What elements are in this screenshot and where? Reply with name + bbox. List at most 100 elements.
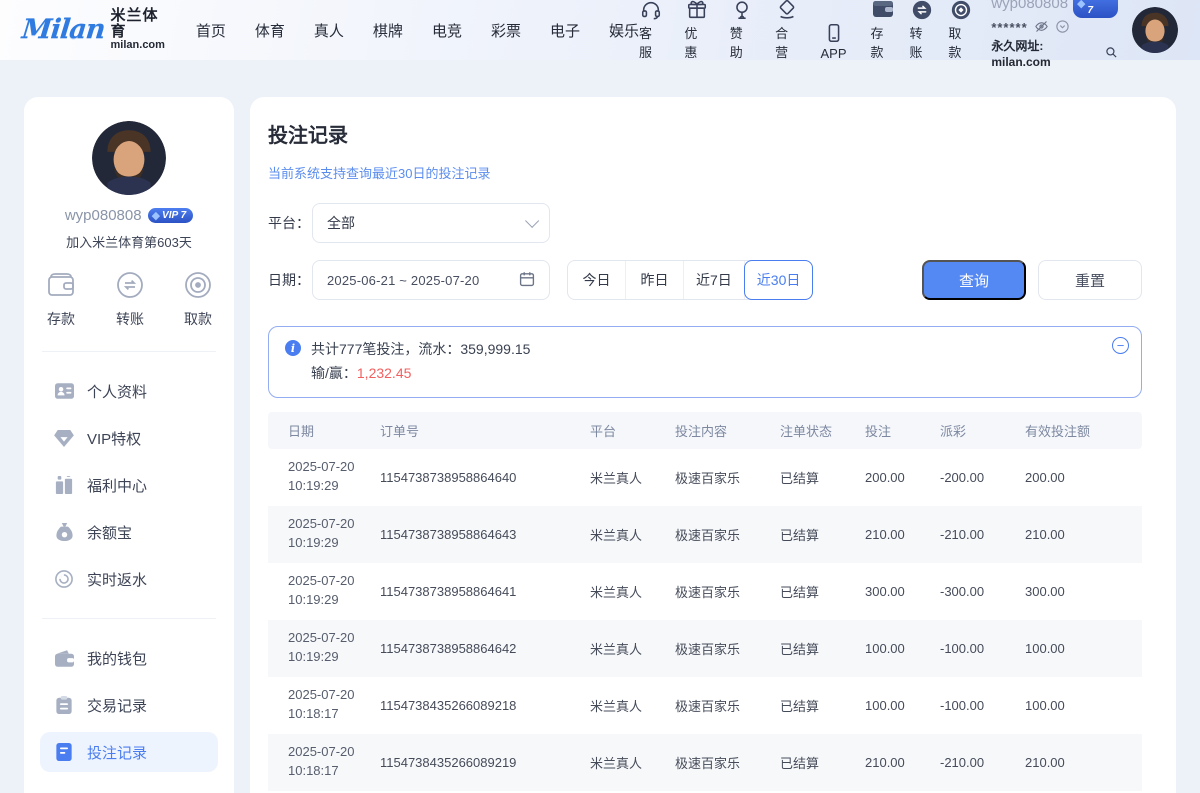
col-header-valid: 有效投注额 xyxy=(1023,421,1142,440)
sidebar-item-betting-records[interactable]: 投注记录 xyxy=(40,732,218,772)
collapse-summary-icon[interactable]: − xyxy=(1112,337,1129,354)
table-row[interactable]: 2025-07-2010:19:29 1154738738958864641 米… xyxy=(268,563,1142,620)
promotions-button[interactable]: 优惠 xyxy=(684,0,708,61)
cell-date: 2025-07-2010:19:29 xyxy=(268,515,378,553)
cell-content: 极速百家乐 xyxy=(673,753,778,772)
sponsor-icon xyxy=(731,0,753,21)
reset-button[interactable]: 重置 xyxy=(1038,260,1142,300)
query-button[interactable]: 查询 xyxy=(922,260,1026,300)
cell-order: 1154738435266089218 xyxy=(378,698,588,713)
sidebar-withdraw-button[interactable]: 取款 xyxy=(184,271,212,329)
table-row[interactable]: 2025-07-2010:19:29 1154738738958864642 米… xyxy=(268,620,1142,677)
refresh-balance-icon[interactable] xyxy=(1055,19,1070,38)
cell-bet: 300.00 xyxy=(863,584,938,599)
platform-filter-row: 平台： 全部 xyxy=(268,203,1142,243)
filter-actions: 查询 重置 xyxy=(922,260,1142,300)
moneybag-icon xyxy=(54,523,74,541)
platform-selected-value: 全部 xyxy=(327,213,525,233)
date-range-input[interactable]: 2025-06-21 ~ 2025-07-20 xyxy=(312,260,550,300)
sidebar-menu-group1: 个人资料 VIP特权 福利中心 余额宝 xyxy=(40,356,218,614)
topbar: Milan 米兰体育 milan.com 首页 体育 真人 棋牌 电竞 彩票 电… xyxy=(0,0,1200,60)
cell-date: 2025-07-2010:18:17 xyxy=(268,686,378,724)
table-row[interactable]: 2025-07-2010:19:29 1154738738958864640 米… xyxy=(268,449,1142,506)
cell-valid: 100.00 xyxy=(1023,641,1142,656)
cell-bet: 200.00 xyxy=(863,470,938,485)
transfer-button[interactable]: 转账 xyxy=(909,0,934,61)
sidebar: wyp080808 ◆VIP 7 加入米兰体育第603天 存款 转账 xyxy=(24,97,234,793)
cell-valid: 210.00 xyxy=(1023,755,1142,770)
nav-item-live[interactable]: 真人 xyxy=(314,20,344,41)
quick-date-yesterday[interactable]: 昨日 xyxy=(626,261,684,299)
sidebar-avatar[interactable] xyxy=(92,121,166,195)
table-row[interactable]: 2025-07-2010:18:17 1154738435266089219 米… xyxy=(268,734,1142,791)
sidebar-item-vip[interactable]: VIP特权 xyxy=(40,418,218,458)
cell-order: 1154738738958864642 xyxy=(378,641,588,656)
nav-item-lottery[interactable]: 彩票 xyxy=(491,20,521,41)
nav-item-esports[interactable]: 电竞 xyxy=(432,20,462,41)
cell-date: 2025-07-2010:19:29 xyxy=(268,629,378,667)
logo-cn-text: 米兰体育 xyxy=(111,8,170,40)
cell-bet: 100.00 xyxy=(863,698,938,713)
cell-payout: -210.00 xyxy=(938,527,1023,542)
nav-item-home[interactable]: 首页 xyxy=(196,20,226,41)
sidebar-joined-days: 加入米兰体育第603天 xyxy=(40,232,218,251)
transfer-icon xyxy=(911,0,933,21)
sidebar-transfer-button[interactable]: 转账 xyxy=(116,271,144,329)
logo-script-text: Milan xyxy=(20,14,106,45)
vip-badge: ◆VIP 7 xyxy=(1073,0,1118,18)
vip-gem-icon: ◆ xyxy=(1077,0,1085,11)
sidebar-item-rebate[interactable]: 实时返水 xyxy=(40,559,218,599)
platform-select[interactable]: 全部 xyxy=(312,203,550,243)
withdraw-button[interactable]: 取款 xyxy=(948,0,973,61)
table-row[interactable]: 2025-07-2010:18:17 1154738435266089218 米… xyxy=(268,677,1142,734)
summary-line2: 输/赢：1,232.45 xyxy=(311,362,530,386)
transactions-icon xyxy=(54,696,74,714)
sponsor-button[interactable]: 赞助 xyxy=(730,0,754,61)
cell-status: 已结算 xyxy=(778,753,863,772)
site-logo[interactable]: Milan 米兰体育 milan.com xyxy=(22,8,170,51)
sidebar-item-benefits[interactable]: 福利中心 xyxy=(40,465,218,505)
cell-payout: -210.00 xyxy=(938,755,1023,770)
topbar-avatar[interactable] xyxy=(1132,7,1178,53)
withdraw-icon xyxy=(184,271,212,302)
nav-item-sports[interactable]: 体育 xyxy=(255,20,285,41)
partnership-button[interactable]: 合营 xyxy=(775,0,799,61)
sidebar-item-profile[interactable]: 个人资料 xyxy=(40,371,218,411)
chevron-down-icon xyxy=(525,214,539,228)
sidebar-username: wyp080808 xyxy=(65,207,142,224)
app-download-button[interactable]: APP xyxy=(821,22,847,61)
sidebar-quick-actions: 存款 转账 取款 xyxy=(40,251,218,347)
profile-icon xyxy=(54,383,74,399)
deposit-icon xyxy=(46,271,76,302)
cell-platform: 米兰真人 xyxy=(588,639,673,658)
quick-date-last30[interactable]: 近30日 xyxy=(744,260,814,300)
nav-item-slots[interactable]: 电子 xyxy=(550,20,580,41)
cell-bet: 100.00 xyxy=(863,641,938,656)
cell-status: 已结算 xyxy=(778,582,863,601)
sidebar-item-yuebao[interactable]: 余额宝 xyxy=(40,512,218,552)
col-header-platform: 平台 xyxy=(588,421,673,440)
nav-item-cards[interactable]: 棋牌 xyxy=(373,20,403,41)
page-body: wyp080808 ◆VIP 7 加入米兰体育第603天 存款 转账 xyxy=(0,60,1200,793)
quick-date-last7[interactable]: 近7日 xyxy=(684,261,745,299)
main-panel: 投注记录 当前系统支持查询最近30日的投注记录 平台： 全部 日期： 2025-… xyxy=(250,97,1176,793)
cell-content: 极速百家乐 xyxy=(673,639,778,658)
magnifier-icon[interactable] xyxy=(1105,46,1118,64)
cell-payout: -100.00 xyxy=(938,641,1023,656)
col-header-payout: 派彩 xyxy=(938,421,1023,440)
cell-date: 2025-07-2010:18:17 xyxy=(268,743,378,781)
deposit-button[interactable]: 存款 xyxy=(871,0,896,61)
eye-off-icon[interactable] xyxy=(1034,19,1049,38)
sidebar-deposit-button[interactable]: 存款 xyxy=(46,271,76,329)
customer-service-button[interactable]: 客服 xyxy=(639,0,663,61)
partnership-icon xyxy=(776,0,798,21)
loss-win-label: 输/赢： xyxy=(311,365,357,381)
quick-date-today[interactable]: 今日 xyxy=(568,261,626,299)
topbar-quick-icons: 客服 优惠 赞助 合营 APP xyxy=(639,0,847,61)
sidebar-item-my-wallet[interactable]: 我的钱包 xyxy=(40,638,218,678)
nav-item-entertainment[interactable]: 娱乐 xyxy=(609,20,639,41)
table-row[interactable]: 2025-07-2010:19:29 1154738738958864643 米… xyxy=(268,506,1142,563)
date-range-value: 2025-06-21 ~ 2025-07-20 xyxy=(327,273,519,288)
sidebar-item-transactions[interactable]: 交易记录 xyxy=(40,685,218,725)
vip-icon xyxy=(54,430,74,447)
